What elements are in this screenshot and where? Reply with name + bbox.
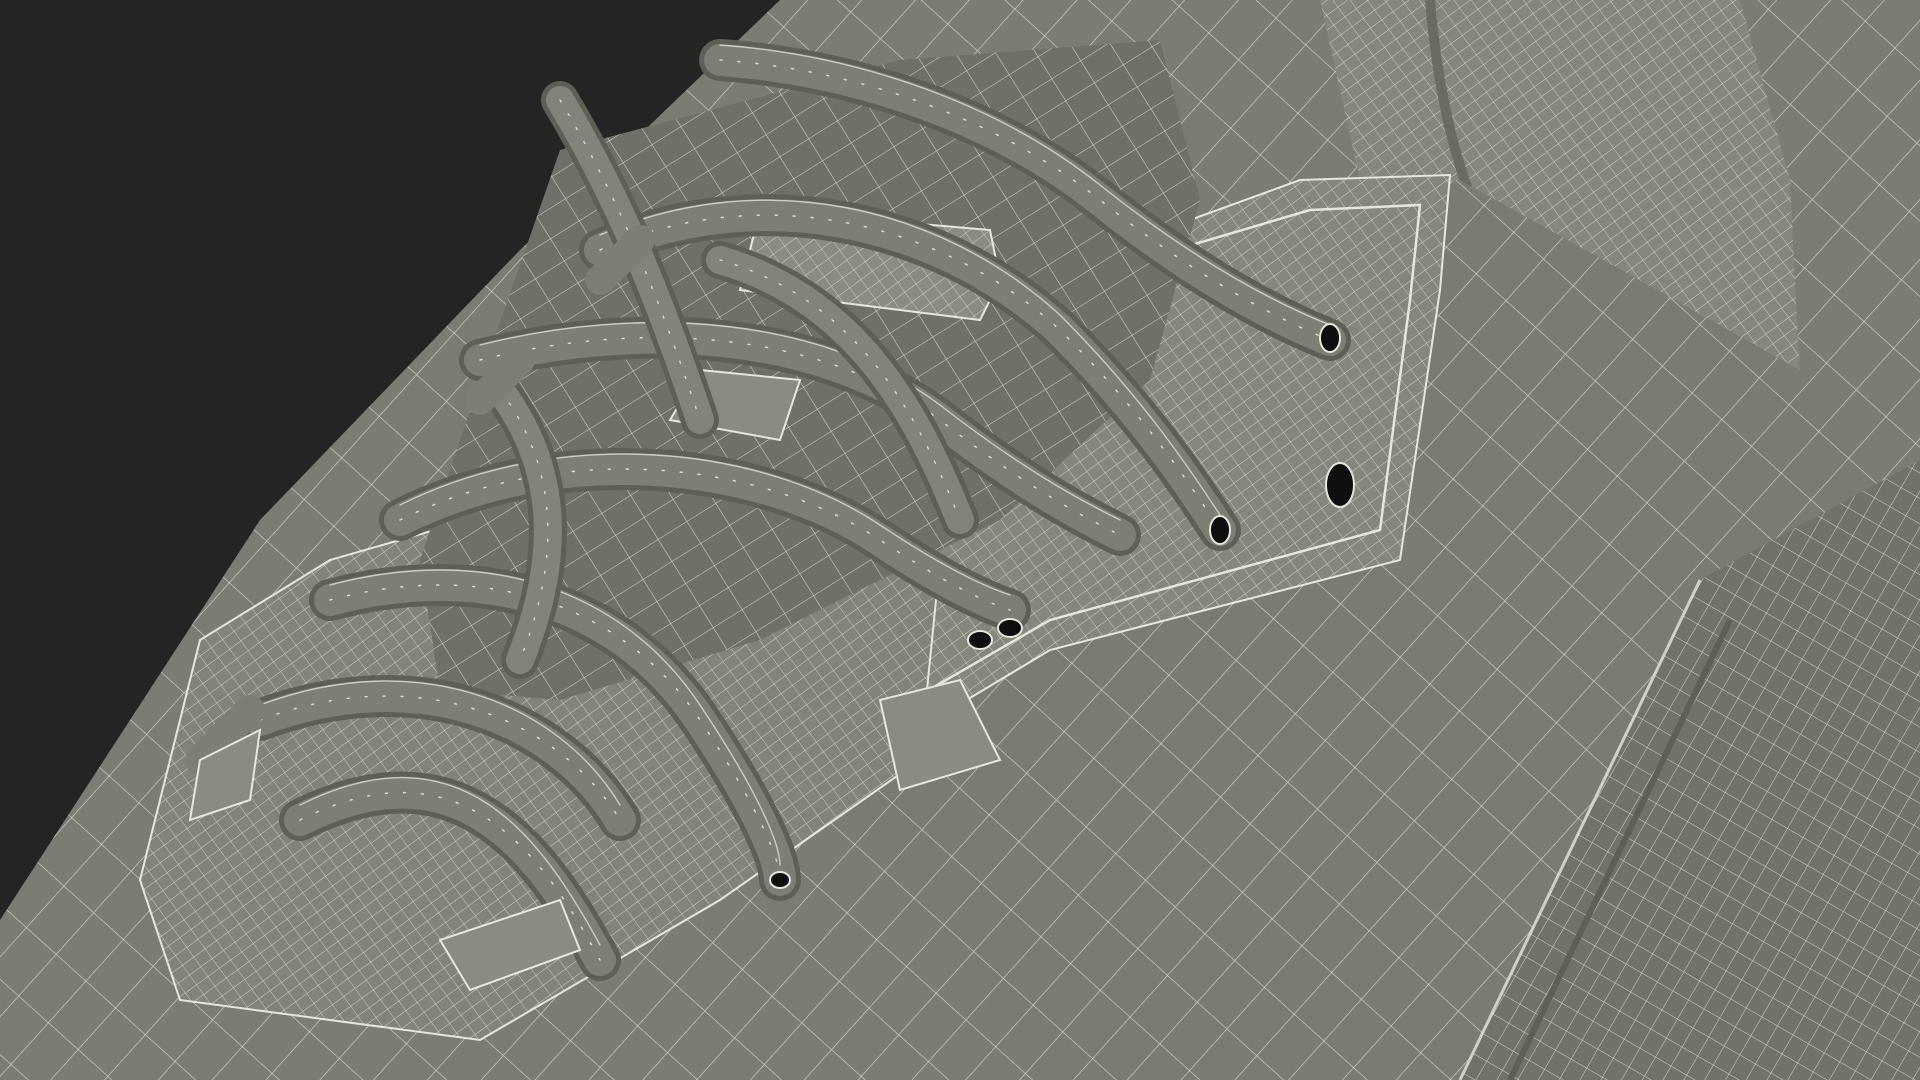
sneaker-wireframe-render (0, 0, 1920, 1080)
eyelet-hole (769, 871, 791, 889)
eyelet-hole (967, 630, 993, 650)
eyelet-hole (1325, 462, 1355, 508)
eyelet-hole (1319, 323, 1341, 353)
eyelet-hole (997, 618, 1023, 638)
eyelet-hole (1209, 515, 1231, 545)
render-viewport (0, 0, 1920, 1080)
